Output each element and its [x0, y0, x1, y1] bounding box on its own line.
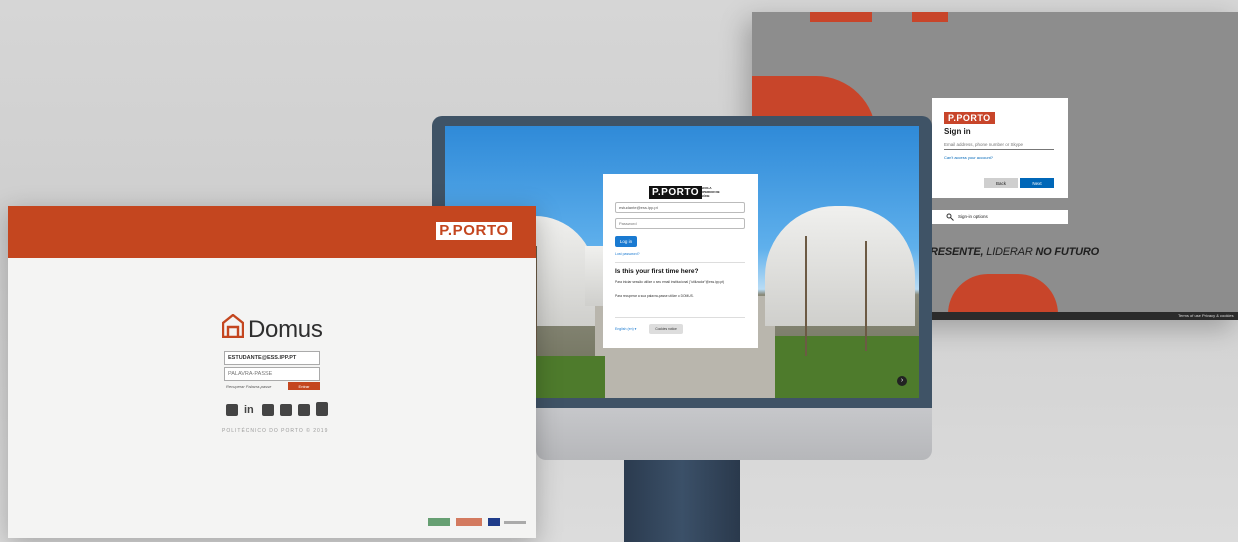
signin-options-label: Sign-in options — [958, 214, 988, 219]
flickr-icon[interactable] — [280, 404, 292, 416]
lost-password-link[interactable]: Lost password? — [615, 252, 640, 256]
terms-link[interactable]: Terms of use — [1178, 313, 1201, 318]
lawn-right — [775, 336, 919, 398]
youtube-icon[interactable] — [316, 402, 328, 416]
password-field[interactable] — [615, 218, 745, 229]
pporto-logo: P.PORTO — [436, 222, 512, 240]
app-name: Domus — [248, 316, 323, 343]
key-icon — [946, 213, 954, 221]
privacy-link[interactable]: Privacy & cookies — [1202, 313, 1234, 318]
linkedin-icon[interactable]: in — [244, 404, 256, 416]
email-field[interactable] — [944, 142, 1054, 150]
building-right — [765, 206, 915, 326]
login-card: P.PORTO ESCOLA SUPERIOR DE SAÚDE Log in … — [603, 174, 758, 348]
tree — [865, 241, 867, 351]
eu-flag-icon — [488, 518, 500, 526]
pporto-logo: P.PORTO — [944, 112, 995, 124]
background-graphic — [810, 12, 872, 22]
background-graphic — [948, 274, 1058, 314]
tree — [805, 236, 807, 356]
cookies-notice-button[interactable]: Cookies notice — [649, 324, 683, 334]
next-button[interactable]: Next — [1020, 178, 1054, 188]
enter-button[interactable]: Entrar — [288, 382, 320, 390]
next-arrow-icon[interactable]: › — [897, 376, 907, 386]
login-button[interactable]: Log in — [615, 236, 637, 247]
domus-login-screen: P.PORTO Domus Recuperar Palavra-passe En… — [8, 206, 536, 538]
recover-password-link[interactable]: Recuperar Palavra-passe — [226, 384, 271, 389]
monitor-stand — [624, 458, 740, 542]
monitor-chin — [536, 406, 932, 460]
house-icon — [222, 314, 244, 338]
slogan-text: RESENTE, LIDERAR NO FUTURO — [930, 246, 1100, 258]
password-field[interactable] — [224, 367, 320, 381]
copyright-text: POLITÉCNICO DO PORTO © 2019 — [222, 428, 329, 434]
info-text: Para iniciar sessão utilize o seu email … — [615, 280, 725, 284]
info-text: Para recuperar a sua palavra-passe utili… — [615, 294, 694, 298]
instagram-icon[interactable] — [298, 404, 310, 416]
signin-title: Sign in — [944, 127, 971, 136]
divider — [615, 262, 745, 263]
username-field[interactable] — [615, 202, 745, 213]
portugal-2020-logo — [456, 518, 482, 526]
signin-card: P.PORTO Sign in Can't access your accoun… — [932, 98, 1068, 198]
divider — [615, 317, 745, 318]
first-time-heading: Is this your first time here? — [615, 268, 699, 275]
background-graphic — [912, 12, 948, 22]
twitter-icon[interactable] — [262, 404, 274, 416]
back-button[interactable]: Back — [984, 178, 1018, 188]
username-field[interactable] — [224, 351, 320, 365]
eu-fund-text — [504, 521, 526, 524]
signin-options-button[interactable]: Sign-in options — [932, 210, 1068, 224]
facebook-icon[interactable] — [226, 404, 238, 416]
school-name: ESCOLA SUPERIOR DE SAÚDE — [699, 186, 720, 198]
pporto-logo: P.PORTO — [649, 186, 703, 199]
language-selector[interactable]: English (en) ▾ — [615, 327, 636, 331]
cant-access-link[interactable]: Can't access your account? — [944, 155, 993, 160]
compete-logo — [428, 518, 450, 526]
